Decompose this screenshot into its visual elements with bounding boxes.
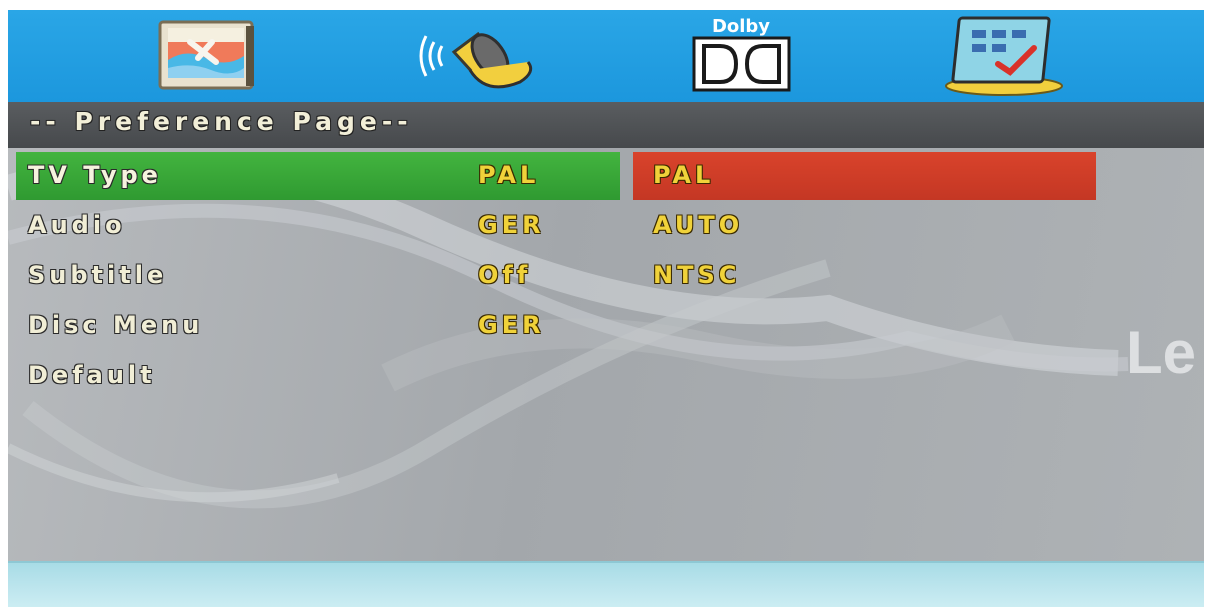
menu-item-label: Default [28,361,156,389]
setup-tab-bar: Dolby [8,10,1204,102]
option-pal[interactable]: PAL [653,161,714,189]
option-ntsc[interactable]: NTSC [653,261,740,289]
dolby-icon[interactable]: Dolby [684,12,799,96]
dvd-setup-screen: Dolby -- Preference Page-- Le TV Type PA… [8,10,1204,607]
audio-speaker-icon[interactable] [416,12,546,96]
brand-watermark: Le [1126,319,1197,386]
menu-area: Le TV Type PAL Audio GER Subtitle Off Di… [8,148,1204,561]
menu-item-value: Off [478,261,532,289]
menu-item-label: Audio [28,211,126,239]
page-title: -- Preference Page-- [30,107,413,136]
menu-item-label: Disc Menu [28,311,204,339]
menu-item-value: GER [478,311,545,339]
menu-item-label: TV Type [28,161,162,189]
menu-item-value: PAL [478,161,540,189]
menu-item-label: Subtitle [28,261,168,289]
background-swirl-decoration [8,152,1129,509]
option-auto[interactable]: AUTO [653,211,743,239]
bottom-info-bar [8,561,1204,607]
general-setup-icon[interactable] [146,12,266,96]
preference-icon[interactable] [938,12,1068,96]
dolby-label: Dolby [712,16,770,37]
menu-item-value: GER [478,211,545,239]
page-header-bar: -- Preference Page-- [8,102,1204,148]
